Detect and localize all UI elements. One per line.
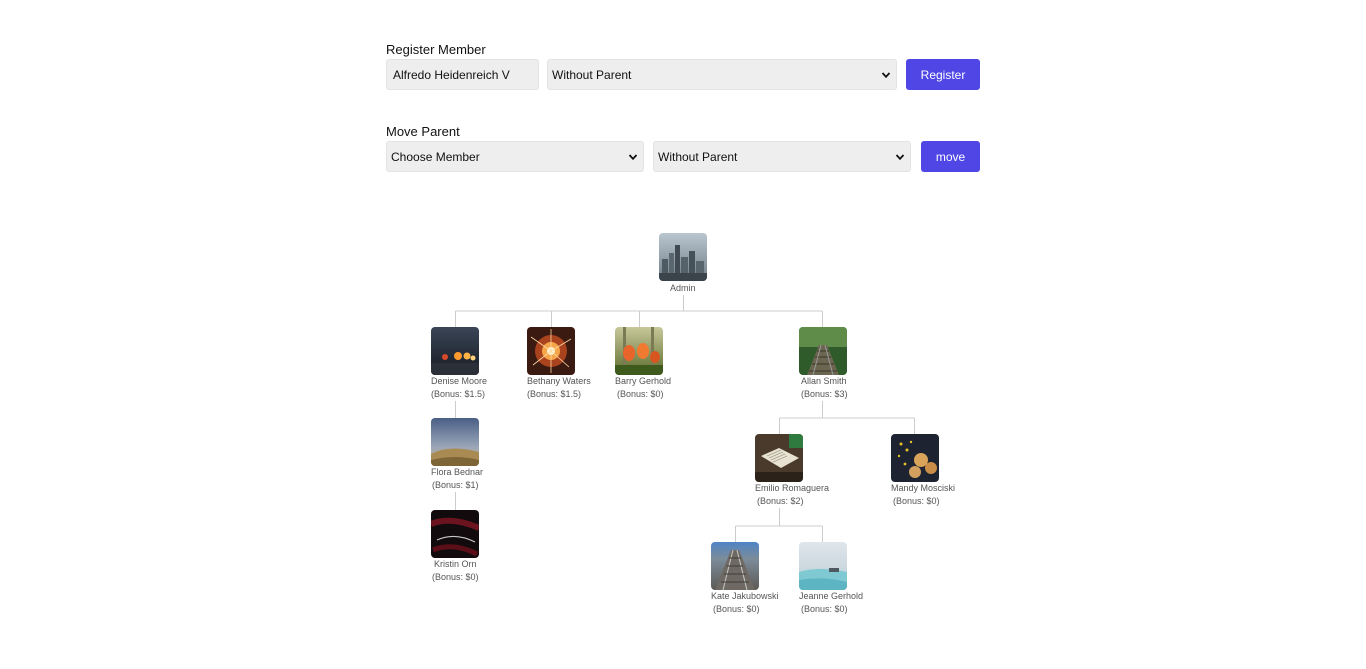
member-avatar-denise-moore[interactable] [431, 327, 479, 375]
member-name-emilio-romaguera: Emilio Romaguera [755, 483, 830, 493]
move-button[interactable]: move [921, 141, 980, 172]
city-skyline-photo [659, 233, 707, 281]
move-parent-selected: Without Parent [658, 149, 738, 164]
member-avatar-kristin-orn[interactable] [431, 510, 479, 558]
chevron-down-icon [894, 151, 906, 163]
register-parent-select[interactable]: Without Parent [547, 59, 897, 90]
member-name-input[interactable] [386, 59, 539, 90]
member-avatar-bethany-waters[interactable] [527, 327, 575, 375]
move-parent-title: Move Parent [386, 124, 460, 139]
member-name-bethany-waters: Bethany Waters [527, 376, 591, 386]
member-name-allan-smith: Allan Smith [801, 376, 847, 386]
tree-connectors [455, 295, 915, 542]
desert-hill-photo [431, 418, 479, 466]
member-bonus-flora-bednar: (Bonus: $1) [432, 480, 479, 490]
book-on-table-photo [755, 434, 803, 482]
register-button[interactable]: Register [906, 59, 980, 90]
member-avatar-flora-bednar[interactable] [431, 418, 479, 466]
bokeh-lights-photo [431, 327, 479, 375]
member-avatar-barry-gerhold[interactable] [615, 327, 663, 375]
member-name-flora-bednar: Flora Bednar [431, 467, 484, 477]
cookies-photo [891, 434, 939, 482]
member-name-kate-jakubowski: Kate Jakubowski [711, 591, 779, 601]
railway-tracks-photo [711, 542, 759, 590]
member-name-mandy-mosciski: Mandy Mosciski [891, 483, 956, 493]
member-name-jeanne-gerhold: Jeanne Gerhold [799, 591, 864, 601]
member-name-denise-moore: Denise Moore [431, 376, 488, 386]
member-bonus-denise-moore: (Bonus: $1.5) [431, 389, 486, 399]
sparkler-photo [527, 327, 575, 375]
member-avatar-allan-smith[interactable] [799, 327, 847, 375]
register-parent-selected: Without Parent [552, 67, 632, 82]
move-parent-select[interactable]: Without Parent [653, 141, 911, 172]
chevron-down-icon [880, 69, 892, 81]
member-avatar-jeanne-gerhold[interactable] [799, 542, 847, 590]
forest-railway-photo [799, 327, 847, 375]
move-member-select[interactable]: Choose Member [386, 141, 644, 172]
member-avatar-admin[interactable] [659, 233, 707, 281]
member-bonus-kate-jakubowski: (Bonus: $0) [713, 604, 760, 614]
member-name-barry-gerhold: Barry Gerhold [615, 376, 672, 386]
member-avatar-kate-jakubowski[interactable] [711, 542, 759, 590]
move-member-selected: Choose Member [391, 149, 480, 164]
register-member-title: Register Member [386, 42, 486, 57]
tulips-photo [615, 327, 663, 375]
member-bonus-jeanne-gerhold: (Bonus: $0) [801, 604, 848, 614]
dark-abstract-photo [431, 510, 479, 558]
member-avatar-mandy-mosciski[interactable] [891, 434, 939, 482]
member-bonus-bethany-waters: (Bonus: $1.5) [527, 389, 582, 399]
member-bonus-mandy-mosciski: (Bonus: $0) [893, 496, 940, 506]
member-name-admin: Admin [670, 283, 696, 293]
member-bonus-emilio-romaguera: (Bonus: $2) [757, 496, 804, 506]
chevron-down-icon [627, 151, 639, 163]
member-name-kristin-orn: Kristin Orn [434, 559, 477, 569]
blue-lagoon-photo [799, 542, 847, 590]
member-bonus-barry-gerhold: (Bonus: $0) [617, 389, 664, 399]
member-bonus-allan-smith: (Bonus: $3) [801, 389, 848, 399]
member-bonus-kristin-orn: (Bonus: $0) [432, 572, 479, 582]
member-avatar-emilio-romaguera[interactable] [755, 434, 803, 482]
